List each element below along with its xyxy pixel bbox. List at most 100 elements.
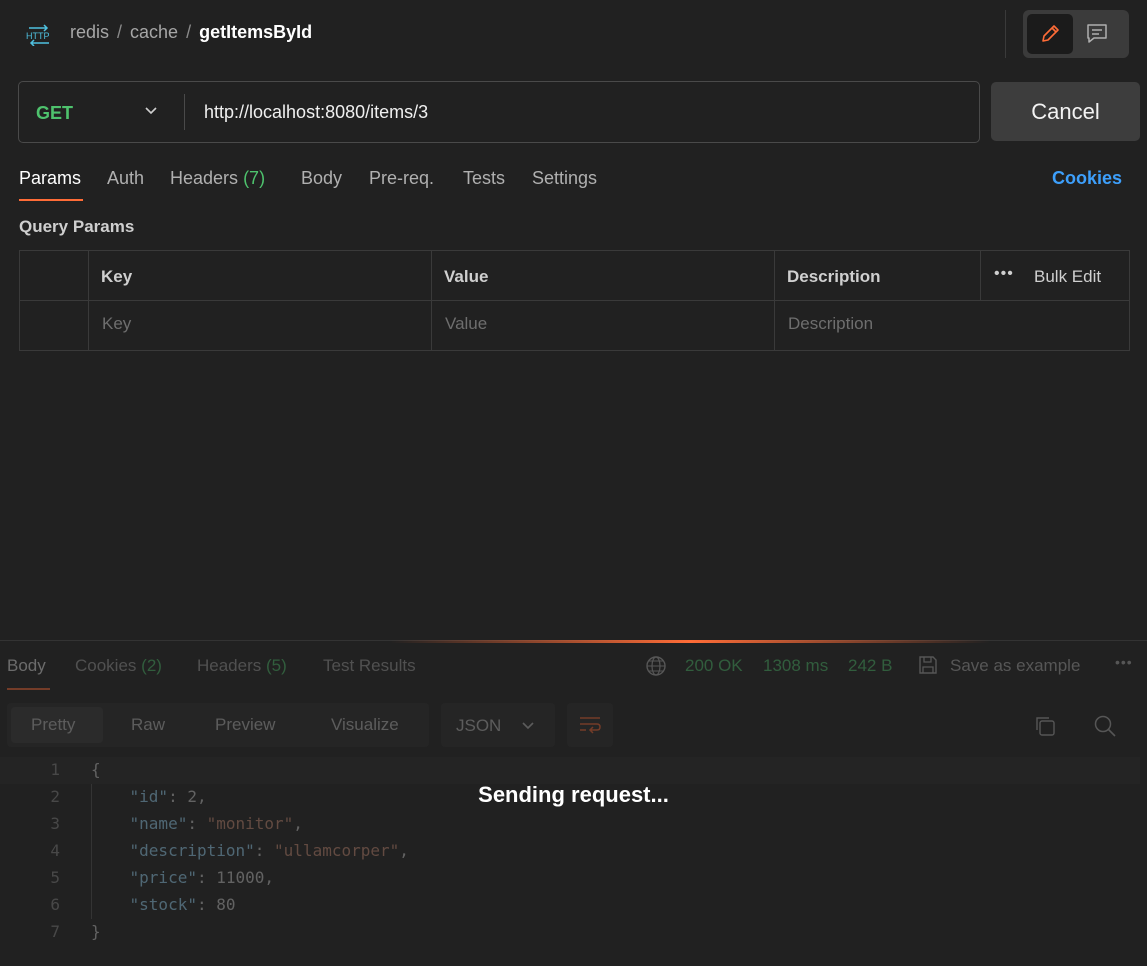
response-tab-cookies[interactable]: Cookies (2) (75, 656, 162, 676)
column-header-value: Value (444, 267, 489, 286)
line-number: 4 (50, 841, 60, 860)
code-token: "stock" (129, 895, 197, 914)
response-tab-cookies-label: Cookies (75, 656, 137, 675)
format-select[interactable]: JSON (441, 703, 555, 747)
edit-mode-button[interactable] (1027, 14, 1073, 54)
tab-body[interactable]: Body (301, 168, 342, 189)
code-token: : (187, 814, 207, 833)
response-tab-headers-label: Headers (197, 656, 262, 675)
search-icon[interactable] (1093, 714, 1117, 738)
code-text: } (91, 922, 101, 941)
code-token: : 11000, (196, 868, 275, 887)
tab-params[interactable]: Params (19, 168, 81, 189)
code-token: , (293, 814, 303, 833)
view-mode-raw[interactable]: Raw (131, 715, 165, 735)
code-text: "price": 11000, (91, 868, 275, 887)
code-line: 3 "name": "monitor", (0, 811, 1140, 838)
active-response-tab-indicator (7, 688, 50, 690)
tab-prereq[interactable]: Pre-req. (369, 168, 434, 189)
view-mode-preview[interactable]: Preview (215, 715, 275, 735)
more-options-icon[interactable]: ••• (994, 265, 1014, 283)
chevron-down-icon[interactable] (144, 104, 158, 118)
view-mode-visualize[interactable]: Visualize (331, 715, 399, 735)
line-number: 3 (50, 814, 60, 833)
code-text: "description": "ullamcorper", (91, 841, 409, 860)
response-tab-cookies-count: (2) (141, 656, 162, 675)
code-token: "price" (129, 868, 197, 887)
code-token: { (91, 760, 101, 779)
response-tab-test-results[interactable]: Test Results (323, 656, 416, 676)
tab-headers-count: (7) (243, 168, 266, 188)
cancel-button[interactable]: Cancel (991, 82, 1140, 141)
query-params-table: Key Value Description ••• Bulk Edit Key … (19, 250, 1130, 351)
view-mode-selector: Pretty Raw Preview Visualize (7, 703, 429, 747)
format-label: JSON (456, 716, 502, 735)
code-token: : 80 (196, 895, 236, 914)
http-request-icon: HTTP (25, 24, 53, 47)
comment-icon (1087, 24, 1107, 43)
value-input[interactable]: Value (445, 314, 487, 334)
description-input[interactable]: Description (788, 314, 873, 334)
response-tab-headers[interactable]: Headers (5) (197, 656, 287, 676)
breadcrumb: redis / cache / getItemsById (70, 22, 312, 43)
save-icon (919, 656, 937, 674)
tab-auth[interactable]: Auth (107, 168, 144, 189)
code-token: "description" (129, 841, 255, 860)
code-line: 1{ (0, 757, 1140, 784)
loading-indicator (390, 640, 990, 643)
query-params-title: Query Params (19, 217, 135, 236)
save-as-example-button[interactable]: Save as example (950, 656, 1080, 676)
line-number: 5 (50, 868, 60, 887)
svg-text:HTTP: HTTP (26, 31, 50, 41)
tab-tests[interactable]: Tests (463, 168, 505, 189)
code-line: 7} (0, 919, 1140, 946)
tab-settings[interactable]: Settings (532, 168, 597, 189)
breadcrumb-item-redis[interactable]: redis (70, 22, 109, 42)
key-input[interactable]: Key (102, 314, 131, 334)
wrap-lines-button[interactable] (567, 703, 613, 747)
bulk-edit-button[interactable]: Bulk Edit (1034, 267, 1101, 287)
column-divider (88, 251, 89, 350)
tab-headers[interactable]: Headers (7) (170, 168, 265, 189)
view-mode-pretty[interactable]: Pretty (31, 715, 75, 735)
tab-headers-label: Headers (170, 168, 239, 188)
response-time[interactable]: 1308 ms (763, 656, 828, 676)
more-options-icon[interactable]: ••• (1115, 654, 1133, 670)
code-line: 6 "stock": 80 (0, 892, 1140, 919)
column-divider (980, 251, 981, 300)
response-size[interactable]: 242 B (848, 656, 892, 676)
code-token: } (91, 922, 101, 941)
method-select[interactable]: GET (36, 103, 73, 124)
code-token: : (254, 841, 275, 860)
code-text: "name": "monitor", (91, 814, 303, 833)
request-name[interactable]: getItemsById (199, 22, 312, 42)
column-header-key: Key (101, 267, 133, 286)
response-tab-headers-count: (5) (266, 656, 287, 675)
status-code[interactable]: 200 OK (685, 656, 743, 676)
wrap-icon (580, 717, 601, 734)
column-divider (431, 251, 432, 350)
chevron-down-icon (522, 722, 534, 730)
line-number: 1 (50, 760, 60, 779)
globe-icon[interactable] (645, 655, 667, 677)
response-tab-body[interactable]: Body (7, 656, 46, 676)
method-divider (184, 94, 185, 130)
url-input[interactable]: http://localhost:8080/items/3 (204, 102, 428, 123)
cookies-link[interactable]: Cookies (1052, 168, 1122, 189)
request-url-bar: GET http://localhost:8080/items/3 (18, 81, 980, 143)
active-tab-indicator (19, 199, 83, 201)
sending-request-message: Sending request... (478, 782, 669, 807)
pencil-icon (1042, 25, 1059, 42)
comments-button[interactable] (1085, 22, 1109, 51)
line-number: 6 (50, 895, 60, 914)
code-token: "name" (129, 814, 188, 833)
breadcrumb-item-cache[interactable]: cache (130, 22, 178, 42)
code-token: , (399, 841, 409, 860)
header-divider (1005, 10, 1006, 58)
code-token: "monitor" (206, 814, 294, 833)
copy-icon[interactable] (1033, 714, 1057, 738)
code-text: { (91, 760, 101, 779)
